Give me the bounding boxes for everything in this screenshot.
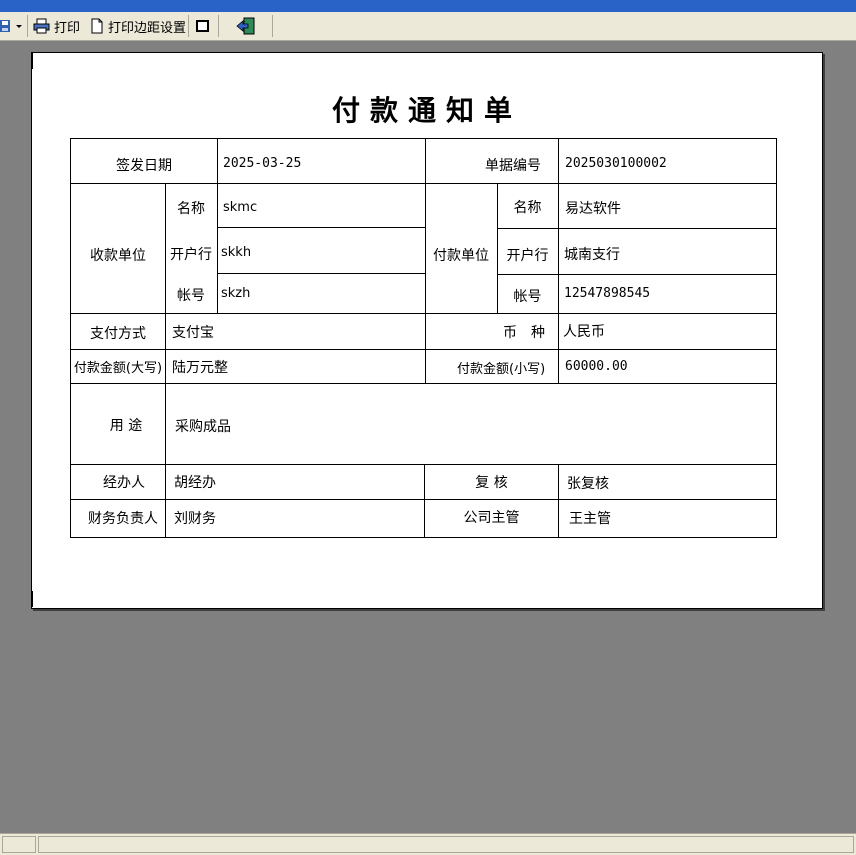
grid-line xyxy=(217,139,218,183)
supervisor-label: 公司主管 xyxy=(463,510,520,526)
exit-button[interactable] xyxy=(236,16,256,36)
currency-value: 人民币 xyxy=(563,324,605,340)
issue-date-label: 签发日期 xyxy=(116,158,172,174)
grid-line xyxy=(558,183,559,383)
exit-door-icon xyxy=(236,17,255,35)
pay-method-label: 支付方式 xyxy=(90,326,146,342)
window-title-strip xyxy=(0,0,856,12)
grid-line xyxy=(71,383,776,384)
save-icon xyxy=(0,20,22,32)
toolbar-separator xyxy=(188,15,189,37)
pay-method-value: 支付宝 xyxy=(172,325,214,341)
toolbar-separator xyxy=(27,15,28,37)
grid-line xyxy=(71,313,776,314)
toolbar: 打印 打印边距设置 xyxy=(0,12,856,41)
payee-account-label: 帐号 xyxy=(177,288,205,304)
purpose-label: 用 途 xyxy=(109,418,143,434)
purpose-value: 采购成品 xyxy=(175,419,231,435)
frame-toggle-icon xyxy=(196,20,209,32)
payee-name-label: 名称 xyxy=(177,201,205,217)
payee-label: 收款单位 xyxy=(90,248,146,264)
doc-number-value: 2025030100002 xyxy=(565,156,667,171)
payer-label: 付款单位 xyxy=(433,248,489,264)
handler-value: 胡经办 xyxy=(174,475,216,491)
printer-icon xyxy=(33,18,50,34)
payment-notice-table: 签发日期 2025-03-25 单据编号 2025030100002 收款单位 … xyxy=(70,138,777,538)
payee-bank-value: skkh xyxy=(221,245,252,260)
print-label: 打印 xyxy=(54,20,81,36)
reviewer-value: 张复核 xyxy=(567,476,609,492)
payer-name-label: 名称 xyxy=(513,200,542,216)
page-setup-icon xyxy=(91,18,103,34)
save-button[interactable] xyxy=(0,16,24,36)
payer-bank-value: 城南支行 xyxy=(564,247,620,263)
grid-line xyxy=(217,183,218,313)
grid-line xyxy=(558,464,559,538)
payer-name-value: 易达软件 xyxy=(565,201,621,217)
toolbar-separator xyxy=(272,15,273,37)
reviewer-label: 复 核 xyxy=(475,475,508,491)
document-title: 付款通知单 xyxy=(331,94,522,127)
handler-label: 经办人 xyxy=(103,475,145,491)
amount-lower-label: 付款金额(小写) xyxy=(457,362,546,377)
grid-line xyxy=(497,274,776,275)
grid-line xyxy=(497,228,776,229)
grid-line xyxy=(217,273,425,274)
frame-toggle-button[interactable] xyxy=(195,16,211,36)
print-margin-settings-button[interactable]: 打印边距设置 xyxy=(90,16,186,36)
payer-account-label: 帐号 xyxy=(513,289,542,305)
amount-upper-label: 付款金额(大写) xyxy=(73,361,163,376)
finance-label: 财务负责人 xyxy=(88,511,158,527)
payee-bank-label: 开户行 xyxy=(170,247,212,263)
doc-number-label: 单据编号 xyxy=(485,158,541,174)
status-bar xyxy=(0,833,856,855)
amount-upper-value: 陆万元整 xyxy=(172,360,228,376)
payer-bank-label: 开户行 xyxy=(506,248,549,264)
grid-line xyxy=(558,139,559,183)
status-pane xyxy=(38,836,854,853)
payee-account-value: skzh xyxy=(221,286,251,301)
margin-marker xyxy=(32,591,35,607)
margin-marker xyxy=(32,53,35,69)
grid-line xyxy=(71,349,776,350)
payee-name-value: skmc xyxy=(223,200,258,215)
grid-line xyxy=(217,227,425,228)
supervisor-value: 王主管 xyxy=(569,511,611,527)
toolbar-separator xyxy=(218,15,219,37)
grid-line xyxy=(71,183,776,184)
finance-value: 刘财务 xyxy=(174,511,216,527)
currency-label: 币 种 xyxy=(503,325,545,341)
amount-lower-value: 60000.00 xyxy=(565,359,628,374)
print-preview-page: 付款通知单 签发日期 2025-03-25 单据编号 2025030100002… xyxy=(31,52,823,609)
margin-settings-label: 打印边距设置 xyxy=(108,20,187,36)
status-pane xyxy=(2,836,36,853)
print-button[interactable]: 打印 xyxy=(33,16,80,36)
issue-date-value: 2025-03-25 xyxy=(223,156,302,171)
payer-account-value: 12547898545 xyxy=(564,286,651,301)
